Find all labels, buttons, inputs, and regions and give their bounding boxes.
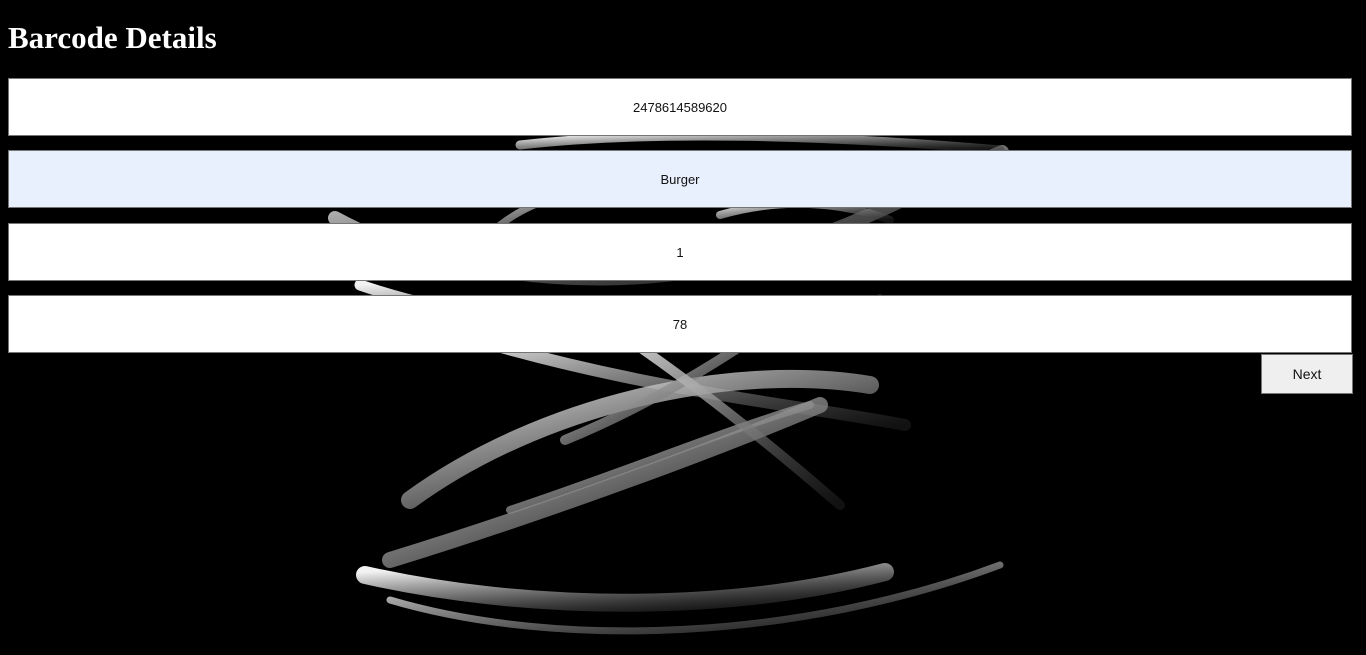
barcode-field[interactable] bbox=[8, 78, 1352, 136]
barcode-details-page: Barcode Details Next bbox=[0, 0, 1366, 655]
quantity-field[interactable] bbox=[8, 223, 1352, 281]
price-field[interactable] bbox=[8, 295, 1352, 353]
product-name-field[interactable] bbox=[8, 150, 1352, 208]
page-title: Barcode Details bbox=[8, 20, 217, 55]
next-button[interactable]: Next bbox=[1261, 354, 1353, 394]
